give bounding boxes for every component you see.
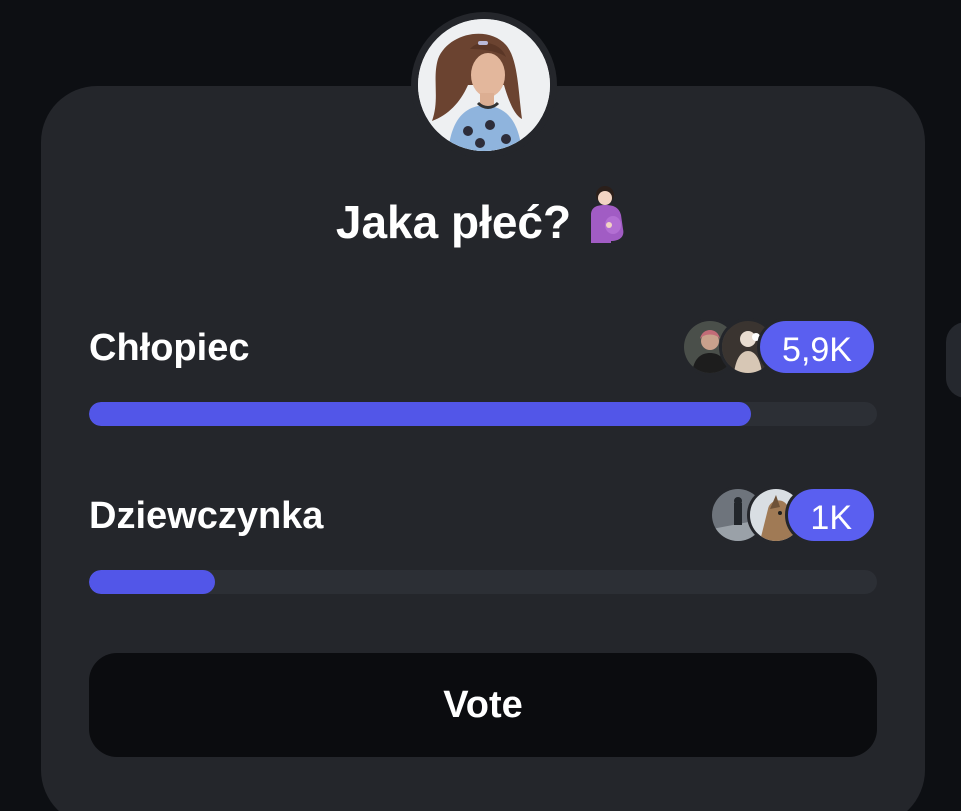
creator-avatar[interactable] — [418, 19, 550, 151]
next-card-edge[interactable] — [946, 322, 961, 398]
voter-avatars: 1K — [709, 486, 877, 544]
progress-bar-fill — [89, 402, 751, 426]
poll-question: Jaka płeć? — [0, 185, 961, 259]
creator-avatar-photo — [418, 19, 550, 151]
vote-count-badge: 1K — [785, 486, 877, 544]
voter-avatars: 5,9K — [681, 318, 877, 376]
vote-count-badge: 5,9K — [757, 318, 877, 376]
progress-bar-track — [89, 570, 877, 594]
poll-option-chlopiec[interactable]: Chłopiec 5,9K — [89, 316, 877, 426]
vote-button[interactable]: Vote — [89, 653, 877, 757]
poll-option-dziewczynka[interactable]: Dziewczynka 1K — [89, 484, 877, 594]
pregnant-woman-emoji-icon — [585, 185, 625, 259]
progress-bar-track — [89, 402, 877, 426]
poll-question-text: Jaka płeć? — [335, 196, 572, 248]
option-label: Dziewczynka — [89, 495, 324, 537]
progress-bar-fill — [89, 570, 216, 594]
option-label: Chłopiec — [89, 327, 250, 369]
screen: Jaka płeć? Chłopiec 5,9K Dziewczynka 1K — [0, 0, 961, 811]
